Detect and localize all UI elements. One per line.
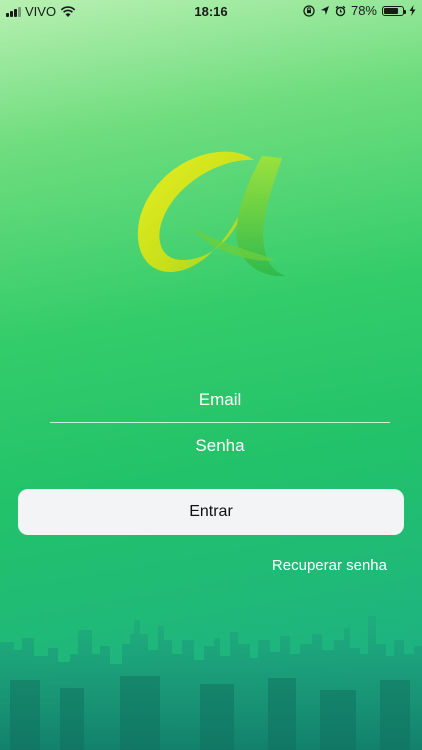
- battery-icon: [382, 5, 406, 16]
- charging-icon: [409, 5, 416, 16]
- app-logo: [137, 151, 286, 277]
- orientation-lock-icon: [303, 4, 315, 17]
- location-icon: [320, 6, 329, 15]
- email-field[interactable]: Email: [50, 390, 390, 423]
- password-field[interactable]: Senha: [50, 436, 390, 466]
- status-right: 78%: [303, 3, 416, 18]
- recover-password-link[interactable]: Recuperar senha: [272, 557, 387, 574]
- city-skyline-image: [0, 616, 422, 750]
- status-bar: VIVO 18:16 78%: [0, 0, 422, 22]
- battery-level: [384, 7, 399, 14]
- alarm-icon: [335, 5, 346, 16]
- battery-percent: 78%: [350, 3, 377, 18]
- login-button[interactable]: Entrar: [18, 489, 404, 535]
